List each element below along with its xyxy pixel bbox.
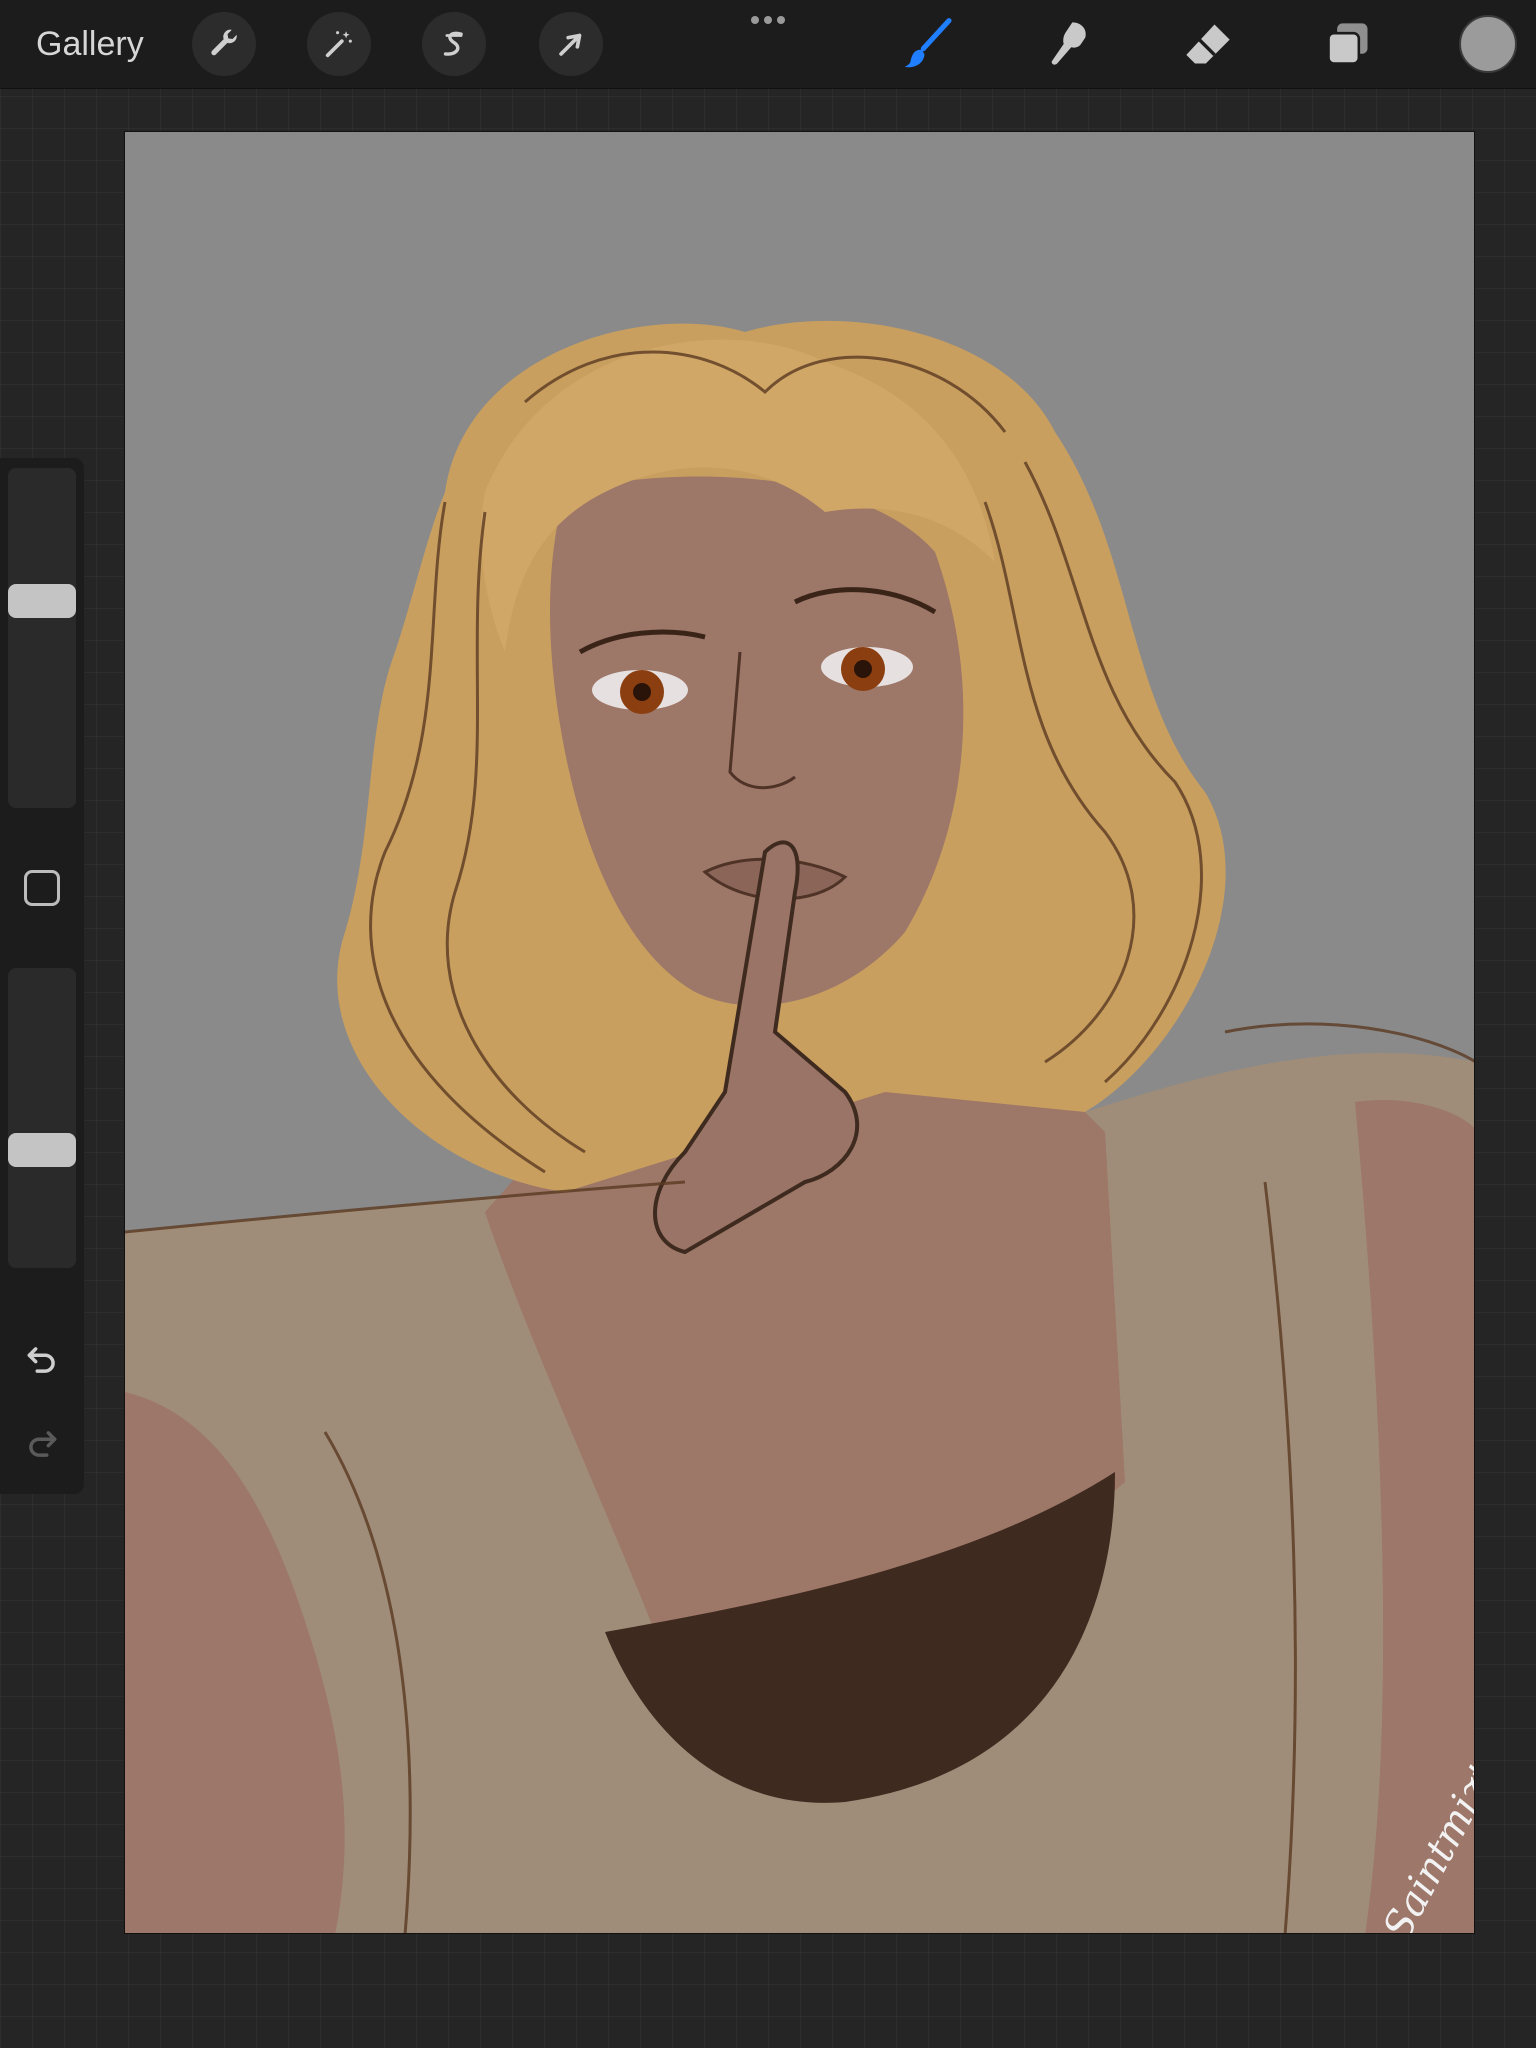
brush-button[interactable] <box>898 14 958 74</box>
brush-size-slider[interactable] <box>8 468 76 808</box>
more-options-button[interactable] <box>740 8 796 32</box>
right-pupil <box>854 660 872 678</box>
color-picker-swatch[interactable] <box>1459 15 1517 73</box>
eraser-icon <box>1186 24 1230 64</box>
left-pupil <box>633 683 651 701</box>
artwork-illustration <box>125 132 1474 1933</box>
smudge-finger-icon <box>1051 22 1086 65</box>
gallery-button[interactable]: Gallery <box>36 20 144 68</box>
modify-button[interactable] <box>24 870 60 906</box>
actions-button[interactable] <box>192 12 256 76</box>
redo-button[interactable] <box>20 1422 64 1466</box>
left-sidebar <box>0 458 84 1494</box>
adjustments-button[interactable] <box>307 12 371 76</box>
undo-button[interactable] <box>20 1338 64 1382</box>
undo-icon <box>27 1347 55 1373</box>
top-toolbar: Gallery <box>0 0 1536 89</box>
opacity-slider-thumb[interactable] <box>8 1132 76 1167</box>
wrench-icon <box>211 29 237 56</box>
drawing-canvas[interactable]: Saintmizta <box>124 131 1475 1934</box>
layers-button[interactable] <box>1318 14 1378 74</box>
brush-size-slider-thumb[interactable] <box>8 584 76 619</box>
smudge-button[interactable] <box>1038 14 1098 74</box>
dot-icon <box>764 16 772 24</box>
selection-button[interactable] <box>422 12 486 76</box>
arrow-cursor-icon <box>559 33 582 56</box>
selection-s-icon <box>443 31 463 56</box>
brush-icon <box>904 18 952 68</box>
opacity-slider[interactable] <box>8 968 76 1268</box>
dot-icon <box>751 16 759 24</box>
transform-button[interactable] <box>539 12 603 76</box>
layers-icon <box>1327 23 1368 65</box>
eraser-button[interactable] <box>1178 14 1238 74</box>
dot-icon <box>777 16 785 24</box>
magic-wand-icon <box>325 31 352 58</box>
redo-icon <box>29 1431 57 1457</box>
